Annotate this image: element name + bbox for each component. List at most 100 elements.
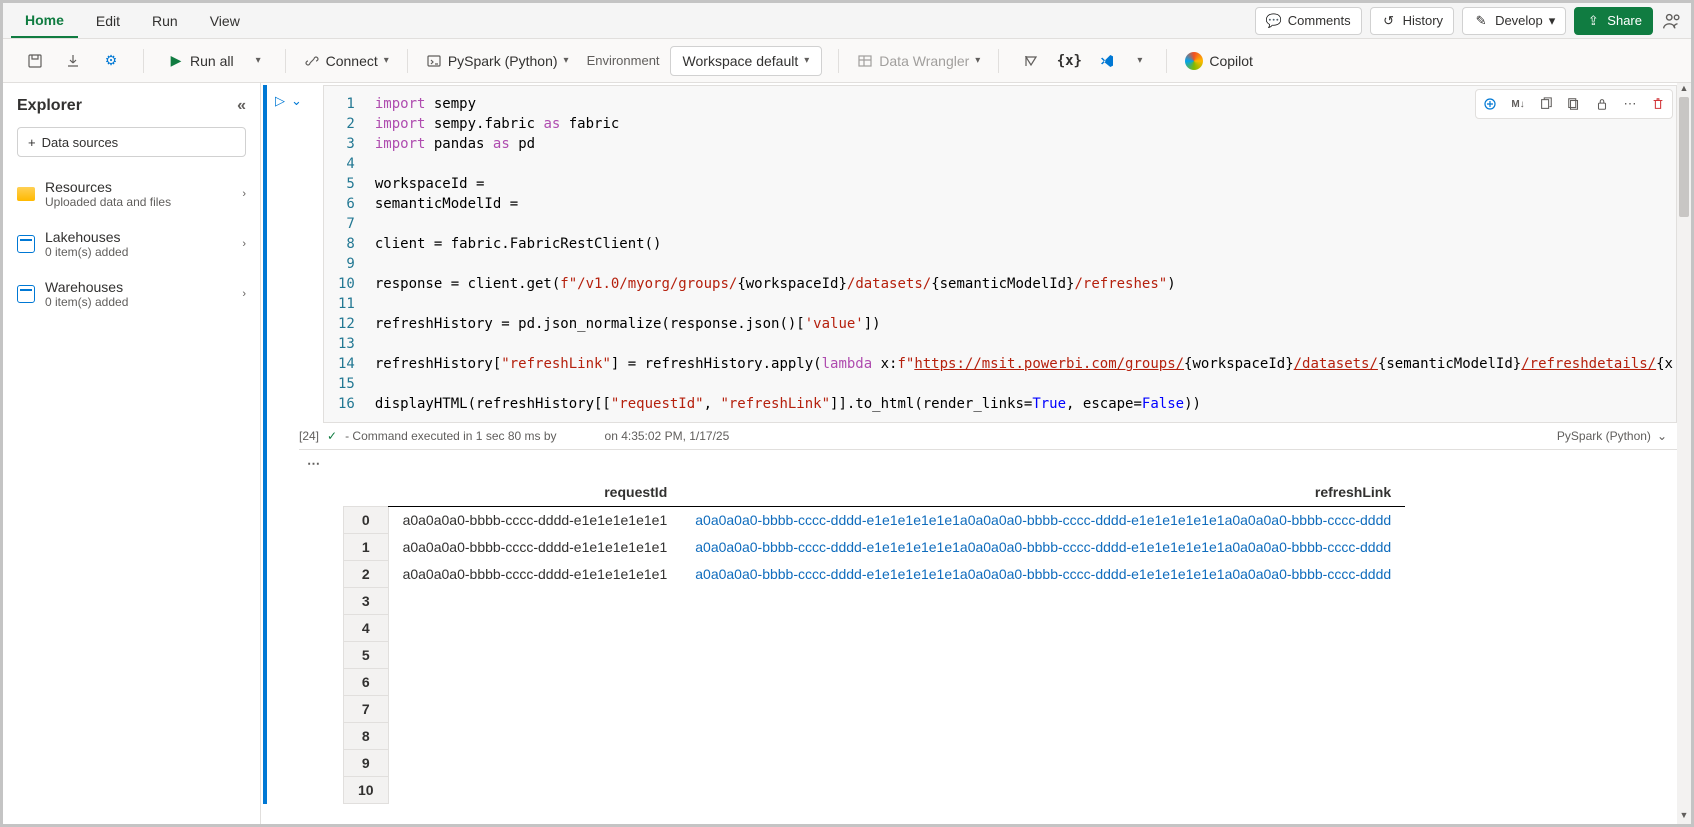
tab-run[interactable]: Run bbox=[138, 5, 192, 37]
run-all-dropdown[interactable]: ▾ bbox=[248, 46, 269, 76]
check-icon: ✓ bbox=[327, 429, 337, 443]
scroll-down-icon[interactable]: ▼ bbox=[1677, 810, 1691, 824]
save-button[interactable] bbox=[19, 46, 51, 76]
cell-requestid: a0a0a0a0-bbbb-cccc-dddd-e1e1e1e1e1e1 bbox=[388, 507, 681, 534]
run-all-button[interactable]: ▶ Run all bbox=[160, 46, 242, 76]
share-button[interactable]: ⇪ Share bbox=[1574, 7, 1653, 35]
explorer-header: Explorer « bbox=[3, 93, 260, 127]
chevron-down-icon: ▾ bbox=[975, 55, 980, 66]
database-icon bbox=[17, 285, 35, 303]
scroll-up-icon[interactable]: ▲ bbox=[1677, 83, 1691, 97]
explorer-item-resources[interactable]: Resources Uploaded data and files › bbox=[3, 169, 260, 219]
refresh-link[interactable]: a0a0a0a0-bbbb-cccc-dddd-e1e1e1e1e1e1a0a0… bbox=[695, 539, 1391, 555]
code-editor[interactable]: 12345678910111213141516 import sempy imp… bbox=[323, 85, 1677, 423]
run-all-label: Run all bbox=[190, 53, 234, 69]
ribbon-file-group: ⚙ bbox=[13, 46, 133, 76]
ribbon-run-group: ▶ Run all ▾ bbox=[154, 46, 275, 76]
scroll-thumb[interactable] bbox=[1679, 97, 1689, 217]
share-icon: ⇪ bbox=[1585, 13, 1601, 29]
refresh-link[interactable]: a0a0a0a0-bbbb-cccc-dddd-e1e1e1e1e1e1a0a0… bbox=[695, 566, 1391, 582]
share-label: Share bbox=[1607, 13, 1642, 28]
row-index: 8 bbox=[344, 723, 389, 750]
download-button[interactable] bbox=[57, 46, 89, 76]
ribbon: ⚙ ▶ Run all ▾ Connect ▾ PySpark (Python)… bbox=[3, 39, 1691, 83]
scroll-track[interactable] bbox=[1677, 97, 1691, 810]
cell-menu-icon[interactable]: ⌄ bbox=[291, 93, 302, 109]
data-sources-button[interactable]: + Data sources bbox=[17, 127, 246, 157]
explorer-tree: Resources Uploaded data and files › Lake… bbox=[3, 169, 260, 319]
row-index: 7 bbox=[344, 696, 389, 723]
comments-button[interactable]: 💬 Comments bbox=[1255, 7, 1362, 35]
table-row: 5 bbox=[344, 642, 1406, 669]
ribbon-separator bbox=[1166, 49, 1167, 73]
chevron-right-icon: › bbox=[242, 288, 246, 300]
table-header-index bbox=[344, 478, 389, 507]
develop-button[interactable]: ✎ Develop ▾ bbox=[1462, 7, 1566, 35]
output-table: requestId refreshLink 0 a0a0a0a0-bbbb-cc… bbox=[343, 478, 1405, 804]
settings-button[interactable]: ⚙ bbox=[95, 46, 127, 76]
toggle-parameter-icon[interactable] bbox=[1478, 92, 1502, 116]
data-wrangler-label: Data Wrangler bbox=[879, 53, 969, 69]
table-row: 9 bbox=[344, 750, 1406, 777]
tab-view[interactable]: View bbox=[196, 5, 254, 37]
freeze-button[interactable] bbox=[1015, 46, 1047, 76]
develop-label: Develop bbox=[1495, 13, 1543, 28]
kernel-selector[interactable]: PySpark (Python) ▾ bbox=[418, 46, 577, 76]
lock-cell-icon[interactable] bbox=[1590, 92, 1614, 116]
ribbon-separator bbox=[838, 49, 839, 73]
code-content[interactable]: import sempy import sempy.fabric as fabr… bbox=[363, 86, 1677, 422]
kernel-icon bbox=[426, 53, 442, 69]
data-wrangler-button[interactable]: Data Wrangler ▾ bbox=[849, 46, 988, 76]
refresh-link[interactable]: a0a0a0a0-bbbb-cccc-dddd-e1e1e1e1e1e1a0a0… bbox=[695, 512, 1391, 528]
chevron-down-icon: ▾ bbox=[1549, 13, 1556, 29]
exec-timestamp: on 4:35:02 PM, 1/17/25 bbox=[605, 429, 730, 443]
duplicate-cell-icon[interactable] bbox=[1562, 92, 1586, 116]
environment-selector[interactable]: Workspace default ▾ bbox=[670, 46, 823, 76]
tab-home[interactable]: Home bbox=[11, 4, 78, 38]
explorer-item-warehouses[interactable]: Warehouses 0 item(s) added › bbox=[3, 269, 260, 319]
history-button[interactable]: ↺ History bbox=[1370, 7, 1454, 35]
code-cell: ▷ ⌄ 12345678910111213141516 import sempy… bbox=[263, 85, 1677, 804]
copilot-label: Copilot bbox=[1209, 53, 1253, 69]
collapse-explorer-icon[interactable]: « bbox=[237, 97, 246, 115]
tree-label: Lakehouses 0 item(s) added bbox=[45, 229, 242, 259]
vscode-dropdown[interactable]: ▾ bbox=[1129, 46, 1150, 76]
presence-icon[interactable] bbox=[1661, 10, 1683, 32]
table-row: 0 a0a0a0a0-bbbb-cccc-dddd-e1e1e1e1e1e1 a… bbox=[344, 507, 1406, 534]
explorer-panel: Explorer « + Data sources Resources Uplo… bbox=[3, 83, 261, 824]
environment-value: Workspace default bbox=[683, 53, 799, 69]
folder-icon bbox=[17, 187, 35, 201]
explorer-item-lakehouses[interactable]: Lakehouses 0 item(s) added › bbox=[3, 219, 260, 269]
database-icon bbox=[17, 235, 35, 253]
vscode-button[interactable] bbox=[1091, 46, 1123, 76]
ribbon-separator bbox=[143, 49, 144, 73]
play-icon: ▶ bbox=[168, 53, 184, 69]
table-row: 4 bbox=[344, 615, 1406, 642]
convert-markdown-icon[interactable]: M↓ bbox=[1506, 92, 1530, 116]
run-cell-icon[interactable]: ▷ bbox=[275, 93, 285, 109]
chevron-down-icon: ▾ bbox=[384, 55, 389, 66]
ribbon-separator bbox=[407, 49, 408, 73]
copilot-button[interactable]: Copilot bbox=[1177, 46, 1261, 76]
ribbon-separator bbox=[285, 49, 286, 73]
delete-cell-icon[interactable] bbox=[1646, 92, 1670, 116]
environment-label: Environment bbox=[587, 53, 660, 68]
copy-cell-icon[interactable] bbox=[1534, 92, 1558, 116]
connect-button[interactable]: Connect ▾ bbox=[296, 46, 397, 76]
table-header-row: requestId refreshLink bbox=[344, 478, 1406, 507]
variable-button[interactable]: {x} bbox=[1053, 46, 1085, 76]
chevron-down-icon: ▾ bbox=[804, 55, 809, 66]
row-index: 5 bbox=[344, 642, 389, 669]
table-header-refreshlink: refreshLink bbox=[681, 478, 1405, 507]
exec-status-text: - Command executed in 1 sec 80 ms by bbox=[345, 429, 556, 443]
row-index: 4 bbox=[344, 615, 389, 642]
braces-icon: {x} bbox=[1061, 53, 1077, 69]
vertical-scrollbar[interactable]: ▲ ▼ bbox=[1677, 83, 1691, 824]
more-cell-icon[interactable]: ⋯ bbox=[1618, 92, 1642, 116]
chevron-right-icon: › bbox=[242, 188, 246, 200]
table-icon bbox=[857, 53, 873, 69]
cell-gutter: ▷ ⌄ bbox=[275, 93, 302, 109]
tab-edit[interactable]: Edit bbox=[82, 5, 134, 37]
output-menu-icon[interactable]: ⋯ bbox=[307, 450, 1677, 478]
chevron-down-icon[interactable]: ⌄ bbox=[1657, 429, 1667, 443]
